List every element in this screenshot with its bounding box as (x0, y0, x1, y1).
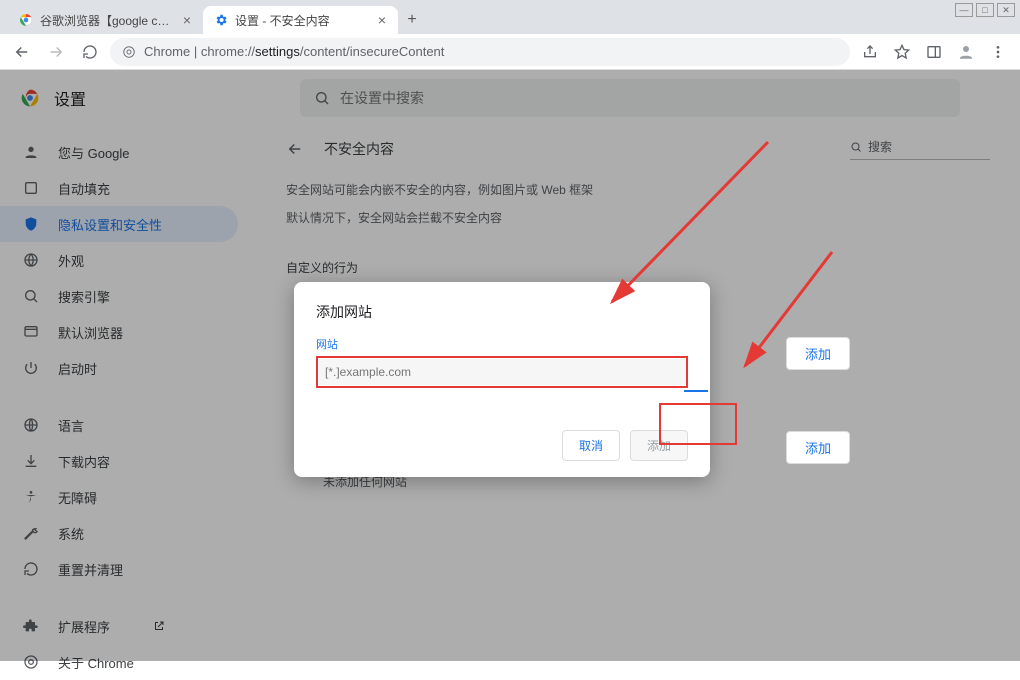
new-tab-button[interactable]: + (398, 6, 426, 34)
close-window-button[interactable]: ✕ (997, 3, 1015, 17)
tab-settings[interactable]: 设置 - 不安全内容 × (203, 6, 398, 34)
side-panel-icon[interactable] (920, 38, 948, 66)
url-text: Chrome | chrome://settings/content/insec… (144, 44, 444, 59)
toolbar-right (856, 38, 1012, 66)
window-controls: — □ ✕ (955, 3, 1015, 17)
dialog-field-label: 网站 (316, 336, 688, 352)
add-site-blocked-button[interactable]: 添加 (786, 431, 850, 464)
dialog-input-highlight (316, 356, 688, 388)
gear-icon (213, 12, 229, 28)
chrome-icon (122, 45, 136, 59)
bookmark-star-icon[interactable] (888, 38, 916, 66)
profile-avatar-icon[interactable] (952, 38, 980, 66)
kebab-menu-icon[interactable] (984, 38, 1012, 66)
dialog-title: 添加网站 (316, 302, 688, 322)
close-tab-icon[interactable]: × (181, 12, 193, 28)
tab-title: 设置 - 不安全内容 (235, 12, 370, 29)
minimize-button[interactable]: — (955, 3, 973, 17)
add-site-dialog: 添加网站 网站 取消 添加 (294, 282, 710, 477)
tab-title: 谷歌浏览器【google chrome】 (40, 12, 175, 29)
close-tab-icon[interactable]: × (376, 12, 388, 28)
forward-button[interactable] (42, 38, 70, 66)
tab-strip: 谷歌浏览器【google chrome】 × 设置 - 不安全内容 × + (0, 0, 1020, 34)
dialog-cancel-button[interactable]: 取消 (562, 430, 620, 461)
share-icon[interactable] (856, 38, 884, 66)
maximize-button[interactable]: □ (976, 3, 994, 17)
url-bar[interactable]: Chrome | chrome://settings/content/insec… (110, 38, 850, 66)
input-focus-indicator (684, 390, 708, 392)
dialog-confirm-button[interactable]: 添加 (630, 430, 688, 461)
dialog-site-input[interactable] (319, 359, 685, 385)
chrome-icon (18, 12, 34, 28)
tab-chrome-homepage[interactable]: 谷歌浏览器【google chrome】 × (8, 6, 203, 34)
reload-button[interactable] (76, 38, 104, 66)
add-site-allowed-button[interactable]: 添加 (786, 337, 850, 370)
toolbar: Chrome | chrome://settings/content/insec… (0, 34, 1020, 70)
back-button[interactable] (8, 38, 36, 66)
